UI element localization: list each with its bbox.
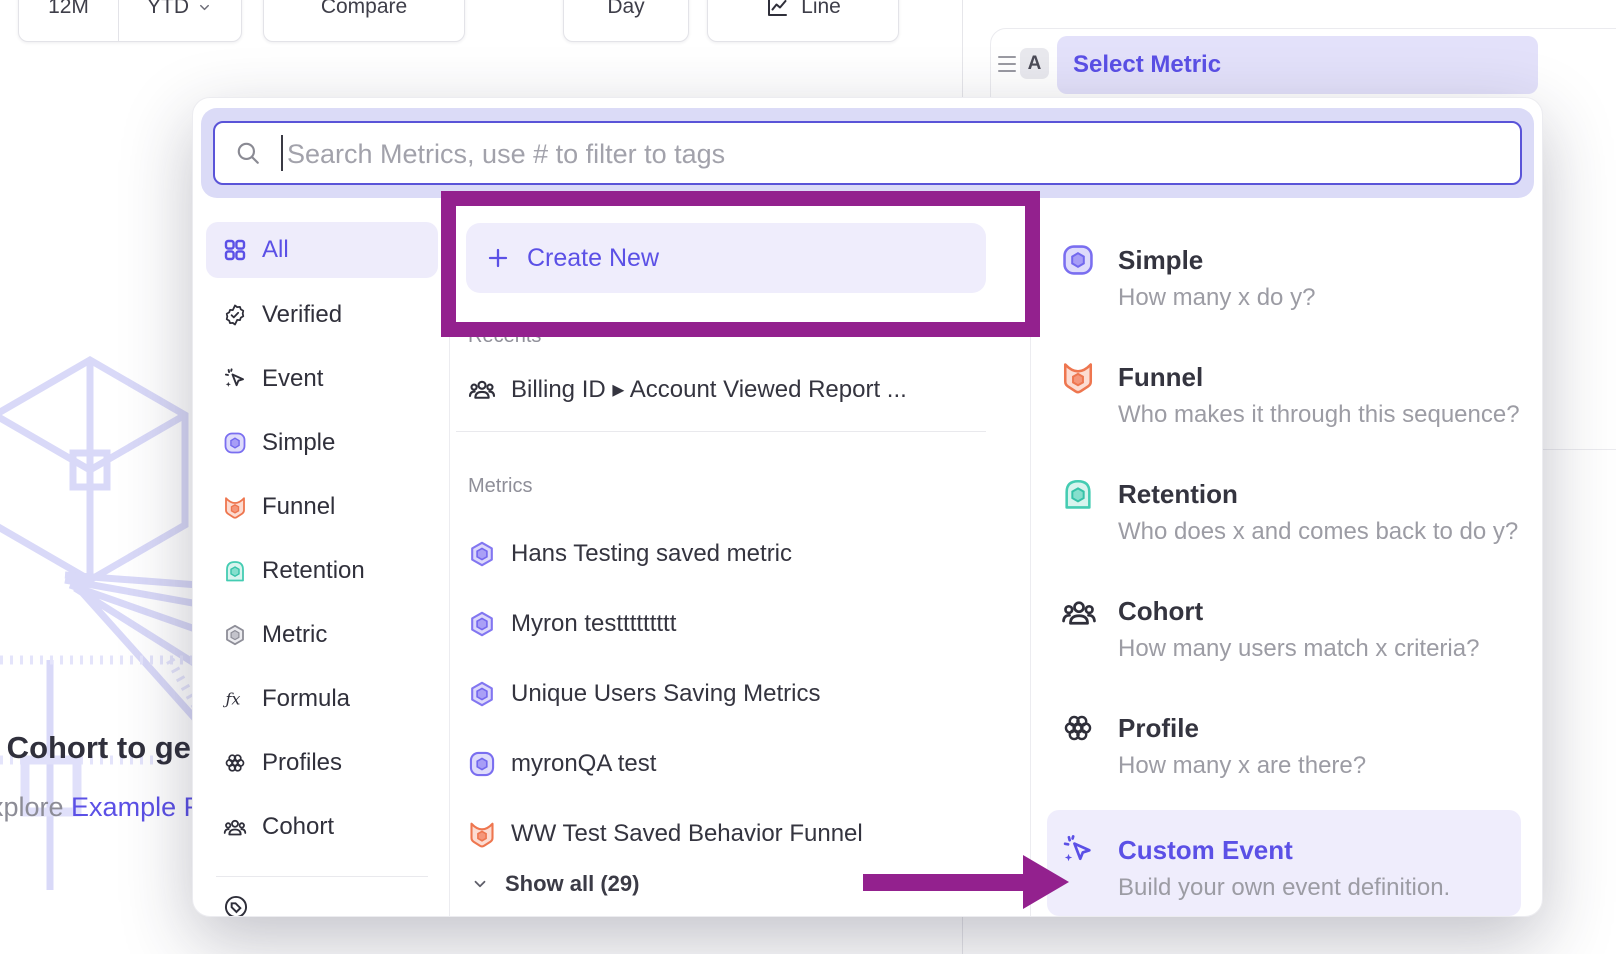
empty-state-subtext: xplore Example R [0,792,192,832]
type-funnel-desc: Who makes it through this sequence? [1118,400,1520,430]
type-profile-desc: How many x are there? [1118,751,1366,781]
chart-type-line-button[interactable]: Line [707,0,899,42]
metric-hexagon-purple-icon [468,680,496,708]
type-simple-title[interactable]: Simple [1118,243,1203,277]
empty-state-heading: r Cohort to ge [0,730,192,772]
metric-list-item[interactable]: Hans Testing saved metric [468,532,792,576]
metric-list-item[interactable]: myronQA test [468,742,656,786]
simple-type-icon [223,431,247,455]
sidebar-item-cohort[interactable]: Cohort [206,799,438,855]
recent-item[interactable]: Billing ID ▸ Account Viewed Report ... [468,367,907,411]
explore-text: xplore [0,792,71,822]
metric-hexagon-purple-icon [468,610,496,638]
metrics-section-label: Metrics [468,475,532,498]
cohort-people-icon [1061,594,1097,630]
type-cohort-title[interactable]: Cohort [1118,594,1203,628]
cohort-people-icon [223,815,247,839]
type-custom-event-title[interactable]: Custom Event [1118,833,1293,867]
simple-type-icon [468,750,496,778]
sidebar-item-formula[interactable]: Formula [206,671,438,727]
metric-list-item[interactable]: Unique Users Saving Metrics [468,672,820,716]
metric-hexagon-purple-icon [468,540,496,568]
type-retention-title[interactable]: Retention [1118,477,1238,511]
funnel-type-icon [468,820,496,848]
sidebar-item-event[interactable]: Event [206,351,438,407]
sidebar-item-retention[interactable]: Retention [206,543,438,599]
select-metric-field[interactable]: Select Metric [1057,36,1538,94]
line-chart-icon [765,0,789,19]
chevron-down-icon [471,875,489,893]
sidebar-item-simple[interactable]: Simple [206,415,438,471]
type-funnel-title[interactable]: Funnel [1118,360,1203,394]
text-caret [281,135,283,171]
sidebar-item-verified[interactable]: Verified [206,287,438,343]
retention-type-icon [223,559,247,583]
annotation-highlight-box [441,191,1040,337]
chevron-down-icon [197,0,212,15]
type-cohort-desc: How many users match x criteria? [1118,634,1479,664]
compare-button[interactable]: Compare [263,0,465,42]
retention-type-icon [1061,477,1095,511]
granularity-day-button[interactable]: Day [563,0,689,42]
metric-list-item[interactable]: Myron testtttttttt [468,602,676,646]
annotation-arrow-head [1023,855,1069,909]
metric-list-item[interactable]: WW Test Saved Behavior Funnel [468,812,863,856]
type-profile-title[interactable]: Profile [1118,711,1199,745]
sidebar-item-profiles[interactable]: Profiles [206,735,438,791]
show-all-toggle[interactable]: Show all (29) [471,864,639,904]
funnel-type-icon [223,495,247,519]
range-ytd-button[interactable]: YTD [119,0,241,41]
sidebar-item-metric[interactable]: Metric [206,607,438,663]
section-divider [456,431,986,432]
search-input[interactable] [285,125,1489,183]
date-range-segmented-control[interactable]: 12M YTD [18,0,242,42]
funnel-type-icon [1061,360,1095,394]
cohort-people-icon [468,375,496,403]
app-screenshot: 12M YTD Compare Day Line r Cohort to ge [0,0,1616,954]
type-custom-event-desc: Build your own event definition. [1118,873,1450,903]
profiles-flower-icon [1061,711,1095,745]
drag-handle-icon[interactable] [998,56,1016,72]
metric-search-box[interactable] [213,121,1522,185]
type-simple-desc: How many x do y? [1118,283,1315,313]
example-reports-link[interactable]: Example R [71,792,192,822]
search-icon [235,140,261,166]
sidebar-item-all[interactable]: All [206,222,438,278]
verified-badge-icon [223,303,247,327]
metric-hexagon-icon [223,623,247,647]
profiles-flower-icon [223,751,247,775]
formula-icon [223,687,247,711]
annotation-arrow-shaft [863,874,1023,891]
range-12m-button[interactable]: 12M [20,0,118,41]
sidebar-item-funnel[interactable]: Funnel [206,479,438,535]
type-retention-desc: Who does x and comes back to do y? [1118,517,1518,547]
series-a-badge: A [1020,48,1049,79]
simple-type-icon [1061,243,1095,277]
sidebar-divider [216,876,428,877]
event-cursor-icon [223,367,247,391]
tag-icon [223,894,249,917]
grid-icon [223,238,247,262]
